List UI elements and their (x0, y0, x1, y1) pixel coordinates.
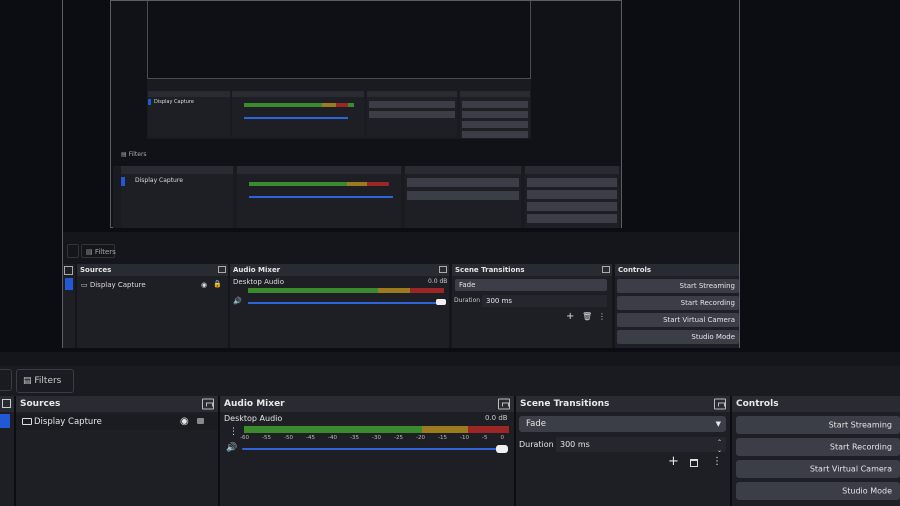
meter-tick-label: -20 (416, 435, 425, 441)
audio-mixer-dock: Audio Mixer Desktop Audio 0.0 dB ⋮ -60 -5… (220, 396, 514, 506)
dock-tabbar: ▤ Filters (0, 366, 900, 396)
volume-slider-knob[interactable] (496, 445, 508, 453)
controls-dock: Controls Start Streaming Start Recording… (732, 396, 900, 506)
audio-meter-ticks: -60 -55 -50 -45 -40 -35 -30 -25 -20 -15 -10 -5 0 (240, 435, 504, 443)
scene-transitions-undock-icon[interactable] (714, 398, 726, 410)
lock-icon[interactable] (197, 418, 204, 424)
transition-menu-icon[interactable]: ⋮ (712, 456, 722, 467)
start-virtual-camera-button[interactable]: Start Virtual Camera (736, 460, 900, 478)
source-item-label: Display Capture (34, 417, 102, 427)
scene-transitions-title: Scene Transitions (520, 399, 610, 409)
audio-menu-icon[interactable]: ⋮ (229, 427, 238, 437)
audio-mixer-undock-icon[interactable] (498, 398, 510, 410)
duration-spinbox[interactable]: 300 ms ⌃ ⌄ (556, 437, 726, 454)
duration-label: Duration (519, 440, 554, 449)
visibility-eye-icon[interactable]: ◉ (180, 414, 189, 430)
meter-tick-label: -25 (394, 435, 403, 441)
audio-channel-name: Desktop Audio (224, 414, 283, 423)
preview-bottom-edge (0, 352, 900, 366)
meter-tick-label: -5 (482, 435, 488, 441)
start-recording-label: Start Recording (829, 442, 892, 452)
sources-title: Sources (20, 399, 61, 409)
source-item[interactable]: Display Capture ◉ (16, 414, 218, 430)
audio-mixer-title: Audio Mixer (224, 399, 285, 409)
scenes-dock-edge (0, 396, 14, 506)
transition-select[interactable]: Fade ▼ (519, 416, 726, 432)
screen-capture-stage: Display Capture ▤ Filters Display Captur… (0, 0, 900, 506)
start-virtual-camera-label: Start Virtual Camera (809, 464, 892, 474)
mute-speaker-icon[interactable]: 🔊 (226, 443, 237, 453)
scenes-float-icon[interactable] (2, 399, 11, 408)
start-streaming-label: Start Streaming (828, 420, 892, 430)
studio-mode-label: Studio Mode (842, 486, 892, 496)
chevron-down-icon: ▼ (715, 420, 721, 428)
transition-select-value: Fade (526, 419, 546, 429)
meter-tick-label: -15 (438, 435, 447, 441)
sources-dock: Sources Display Capture ◉ (16, 396, 218, 506)
scenes-tab-edge[interactable] (0, 369, 12, 391)
meter-tick-label: 0 (500, 435, 505, 441)
start-streaming-button[interactable]: Start Streaming (736, 416, 900, 434)
meter-tick-label: -30 (372, 435, 381, 441)
start-recording-button[interactable]: Start Recording (736, 438, 900, 456)
meter-tick-label: -55 (262, 435, 271, 441)
meter-tick-label: -35 (350, 435, 359, 441)
filters-tab[interactable]: ▤ Filters (16, 369, 74, 393)
audio-meter (244, 426, 509, 433)
add-transition-icon[interactable]: + (668, 455, 679, 469)
scene-transitions-dock: Scene Transitions Fade ▼ Duration 300 ms… (516, 396, 730, 506)
volume-slider[interactable] (242, 448, 506, 450)
trash-icon[interactable] (690, 459, 698, 467)
controls-title: Controls (736, 399, 779, 409)
audio-level-readout: 0.0 dB (485, 414, 508, 422)
display-capture-icon (22, 418, 32, 425)
sources-undock-icon[interactable] (202, 398, 214, 410)
studio-mode-button[interactable]: Studio Mode (736, 482, 900, 500)
duration-value: 300 ms (560, 440, 590, 449)
meter-tick-label: -40 (328, 435, 337, 441)
preview-capture-frame: ▤ Filters Sources ▭ Display Capture ◉ 🔒 … (62, 0, 740, 348)
meter-tick-label: -50 (284, 435, 293, 441)
filters-icon: ▤ (23, 376, 32, 386)
meter-tick-label: -10 (460, 435, 469, 441)
meter-tick-label: -45 (306, 435, 315, 441)
scene-selected-bar (0, 414, 10, 428)
filters-tab-label: Filters (34, 376, 62, 386)
meter-tick-label: -60 (240, 435, 249, 441)
